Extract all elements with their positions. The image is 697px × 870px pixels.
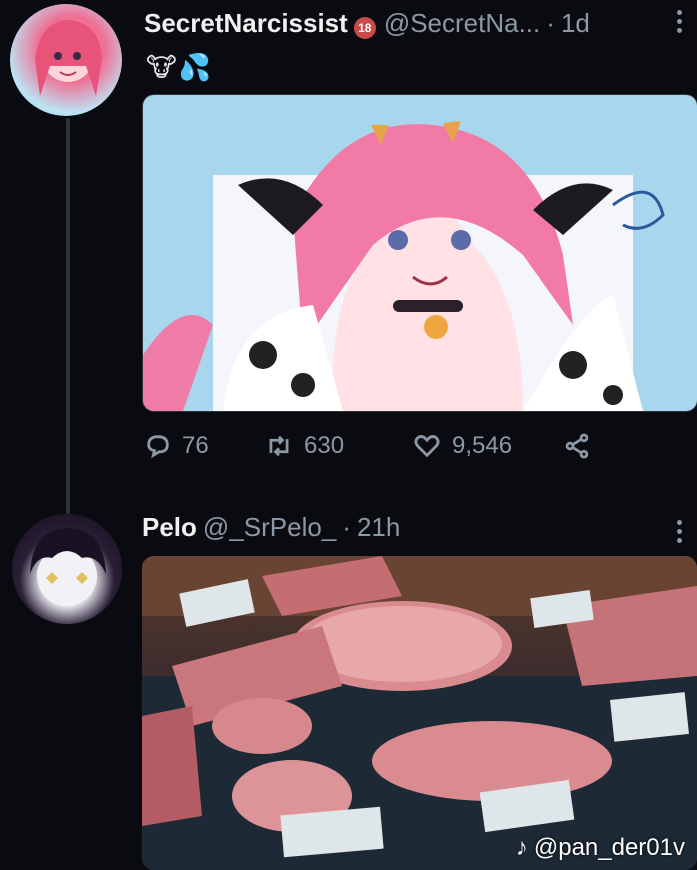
tweet-header: SecretNarcissist 18 @SecretNa... · 1d [144,8,590,39]
like-button[interactable]: 9,546 [412,432,562,460]
timestamp[interactable]: 1d [561,8,590,39]
illustration-image [143,121,665,411]
tweet-text: 🐮💦 [146,52,214,82]
user-handle[interactable]: @_SrPelo_ [203,512,336,543]
separator: · [342,512,351,542]
more-options-icon[interactable] [675,10,683,33]
reply-button[interactable]: 76 [144,432,264,460]
share-button[interactable] [562,432,592,460]
thread-line [66,118,70,514]
more-options-icon[interactable] [675,520,683,543]
like-count: 9,546 [452,432,513,459]
heart-icon [414,435,440,458]
avatar-image [30,528,106,606]
reply-count: 76 [182,432,209,459]
avatar[interactable] [10,4,122,116]
avatar-image [35,20,102,96]
display-name[interactable]: Pelo [142,512,197,543]
display-name[interactable]: SecretNarcissist [144,8,348,39]
tiktok-logo-icon: ♪ [515,834,528,861]
avatar[interactable] [12,514,122,624]
age-badge-icon: 18 [353,17,376,39]
separator: · [546,8,555,38]
timestamp[interactable]: 21h [357,512,400,543]
tiktok-watermark: ♪ @pan_der01v [516,834,685,862]
watermark-handle: @pan_der01v [533,834,685,861]
tweet-header: Pelo @_SrPelo_ · 21h [142,512,400,543]
retweet-count: 630 [304,432,345,459]
user-handle[interactable]: @SecretNa... [384,8,540,39]
retweet-button[interactable]: 630 [264,432,412,460]
tweet-image[interactable] [142,556,697,870]
meat-photo-image [142,556,697,870]
tweet-image[interactable] [142,94,697,412]
reply-icon [147,435,169,459]
share-icon [565,433,589,459]
tweet-actions: 76 630 9,546 [144,432,592,460]
retweet-icon [269,435,289,457]
